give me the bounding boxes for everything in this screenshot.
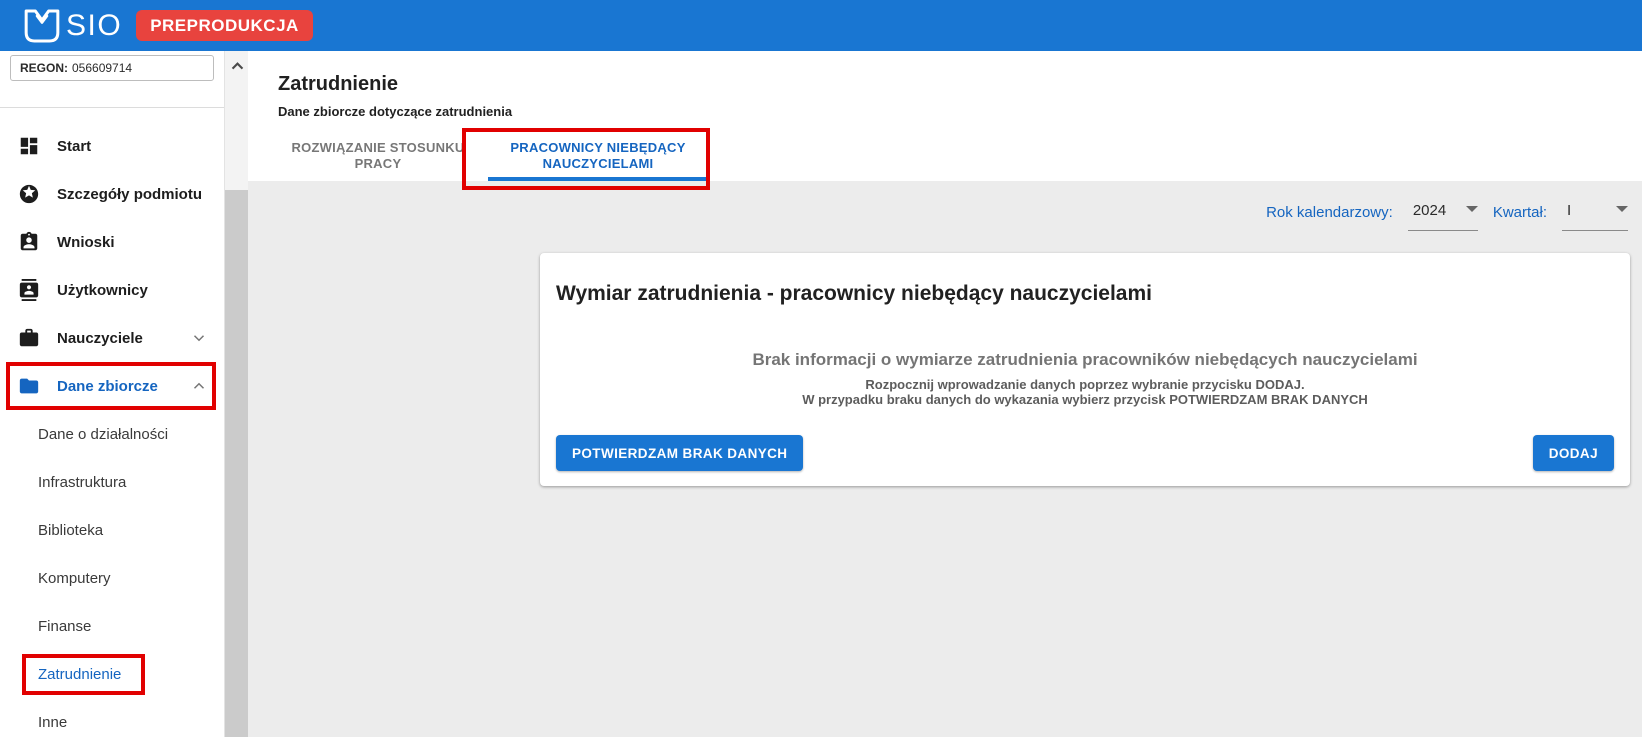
scrollbar-thumb[interactable] bbox=[225, 190, 248, 737]
sidebar-item-finanse[interactable]: Finanse bbox=[0, 602, 224, 650]
quarter-filter-label: Kwartał: bbox=[1492, 204, 1547, 221]
star-circle-icon bbox=[18, 183, 40, 205]
tab-pracownicy-niebedacy-nauczycielami[interactable]: PRACOWNICY NIEBĘDĄCY NAUCZYCIELAMI bbox=[462, 128, 710, 190]
sidebar: REGON: 056609714 Start Szczegóły podmiot… bbox=[0, 51, 224, 737]
briefcase-icon bbox=[18, 327, 40, 349]
year-select-value: 2024 bbox=[1412, 202, 1447, 219]
dashboard-icon bbox=[18, 135, 40, 157]
select-underline bbox=[1407, 230, 1478, 231]
tab-bar: ROZWIĄZANIE STOSUNKU PRACY PRACOWNICY NI… bbox=[268, 128, 710, 190]
sidebar-item-dane-o-dzialalnosci[interactable]: Dane o działalności bbox=[0, 410, 224, 458]
sidebar-subitem-label: Komputery bbox=[38, 569, 111, 587]
sidebar-subitem-label: Infrastruktura bbox=[38, 473, 127, 491]
sidebar-item-zatrudnienie[interactable]: Zatrudnienie bbox=[0, 650, 224, 698]
sidebar-item-biblioteka[interactable]: Biblioteka bbox=[0, 506, 224, 554]
sidebar-item-komputery[interactable]: Komputery bbox=[0, 554, 224, 602]
main-content: Zatrudnienie Dane zbiorcze dotyczące zat… bbox=[248, 51, 1642, 737]
sidebar-item-szczegoly-podmiotu[interactable]: Szczegóły podmiotu bbox=[0, 170, 224, 218]
sidebar-item-infrastruktura[interactable]: Infrastruktura bbox=[0, 458, 224, 506]
sidebar-item-label: Start bbox=[57, 137, 92, 155]
sidebar-item-label: Użytkownicy bbox=[57, 281, 148, 299]
employment-card: Wymiar zatrudnienia - pracownicy niebędą… bbox=[540, 253, 1630, 486]
sidebar-nav: Start Szczegóły podmiotu Wnioski Użytkow… bbox=[0, 122, 224, 737]
sidebar-subitem-label: Dane o działalności bbox=[38, 425, 169, 443]
filters-bar: Rok kalendarzowy: 2024 Kwartał: I bbox=[1266, 202, 1628, 231]
chevron-down-icon bbox=[190, 329, 208, 347]
quarter-select-value: I bbox=[1567, 202, 1572, 219]
page-subtitle: Dane zbiorcze dotyczące zatrudnienia bbox=[278, 104, 513, 119]
environment-badge: PREPRODUKCJA bbox=[136, 10, 313, 41]
contact-card-icon bbox=[18, 279, 40, 301]
card-title: Wymiar zatrudnienia - pracownicy niebędą… bbox=[556, 282, 1152, 305]
empty-state-instructions: Rozpocznij wprowadzanie danych poprzez w… bbox=[556, 377, 1614, 407]
sidebar-subitem-label: Inne bbox=[38, 713, 68, 731]
scroll-up-arrow[interactable] bbox=[225, 51, 249, 81]
tab-rozwiazanie-stosunku-pracy[interactable]: ROZWIĄZANIE STOSUNKU PRACY bbox=[268, 131, 488, 181]
chevron-up-icon bbox=[190, 377, 208, 395]
page-title: Zatrudnienie bbox=[278, 73, 399, 95]
card-actions: POTWIERDZAM BRAK DANYCH DODAJ bbox=[556, 435, 1614, 471]
page-header: Zatrudnienie Dane zbiorcze dotyczące zat… bbox=[248, 51, 1642, 190]
person-badge-icon bbox=[18, 231, 40, 253]
sidebar-subitem-label: Zatrudnienie bbox=[22, 653, 146, 695]
dropdown-caret-icon bbox=[1616, 206, 1628, 212]
sidebar-item-wnioski[interactable]: Wnioski bbox=[0, 218, 224, 266]
sidebar-scrollbar[interactable] bbox=[224, 51, 248, 737]
sidebar-subitem-label: Biblioteka bbox=[38, 521, 104, 539]
tab-label-line: PRACOWNICY NIEBĘDĄCY bbox=[510, 139, 686, 155]
empty-state-heading: Brak informacji o wymiarze zatrudnienia … bbox=[752, 350, 1418, 369]
sidebar-item-uzytkownicy[interactable]: Użytkownicy bbox=[0, 266, 224, 314]
app-header: SIO PREPRODUKCJA bbox=[0, 0, 1642, 51]
add-button[interactable]: DODAJ bbox=[1532, 435, 1614, 471]
open-book-icon bbox=[22, 7, 62, 45]
tab-label-line: ROZWIĄZANIE STOSUNKU bbox=[291, 139, 465, 155]
regon-box: REGON: 056609714 bbox=[10, 55, 214, 81]
content-area: Rok kalendarzowy: 2024 Kwartał: I Wymiar… bbox=[248, 181, 1642, 737]
sidebar-item-label: Dane zbiorcze bbox=[57, 377, 158, 395]
regon-value: 056609714 bbox=[72, 61, 133, 75]
sidebar-item-label: Wnioski bbox=[57, 233, 115, 251]
year-select[interactable]: 2024 bbox=[1407, 202, 1478, 231]
tab-label-line: PRACY bbox=[354, 156, 402, 171]
dropdown-caret-icon bbox=[1465, 206, 1478, 212]
sidebar-subitem-label: Finanse bbox=[38, 617, 92, 635]
logo-text: SIO bbox=[66, 8, 123, 42]
sidebar-item-dane-zbiorcze[interactable]: Dane zbiorcze bbox=[0, 362, 224, 410]
sio-logo[interactable]: SIO bbox=[22, 7, 122, 45]
confirm-no-data-button[interactable]: POTWIERDZAM BRAK DANYCH bbox=[556, 435, 804, 471]
quarter-select[interactable]: I bbox=[1562, 202, 1628, 231]
instruction-line: Rozpocznij wprowadzanie danych poprzez w… bbox=[865, 377, 1305, 392]
sidebar-item-label: Nauczyciele bbox=[57, 329, 143, 347]
sidebar-item-start[interactable]: Start bbox=[0, 122, 224, 170]
app-window: SIO PREPRODUKCJA REGON: 056609714 Start bbox=[0, 0, 1642, 737]
tab-label-line: NAUCZYCIELAMI bbox=[542, 156, 654, 171]
sidebar-item-inne[interactable]: Inne bbox=[0, 698, 224, 737]
year-filter-label: Rok kalendarzowy: bbox=[1266, 204, 1393, 221]
select-underline bbox=[1562, 230, 1628, 231]
sidebar-item-label: Szczegóły podmiotu bbox=[57, 185, 203, 203]
sidebar-entity-section: REGON: 056609714 bbox=[0, 55, 224, 108]
instruction-line: W przypadku braku danych do wykazania wy… bbox=[802, 392, 1368, 407]
sidebar-item-nauczyciele[interactable]: Nauczyciele bbox=[0, 314, 224, 362]
folder-icon bbox=[18, 375, 40, 397]
regon-label: REGON: bbox=[20, 61, 68, 75]
